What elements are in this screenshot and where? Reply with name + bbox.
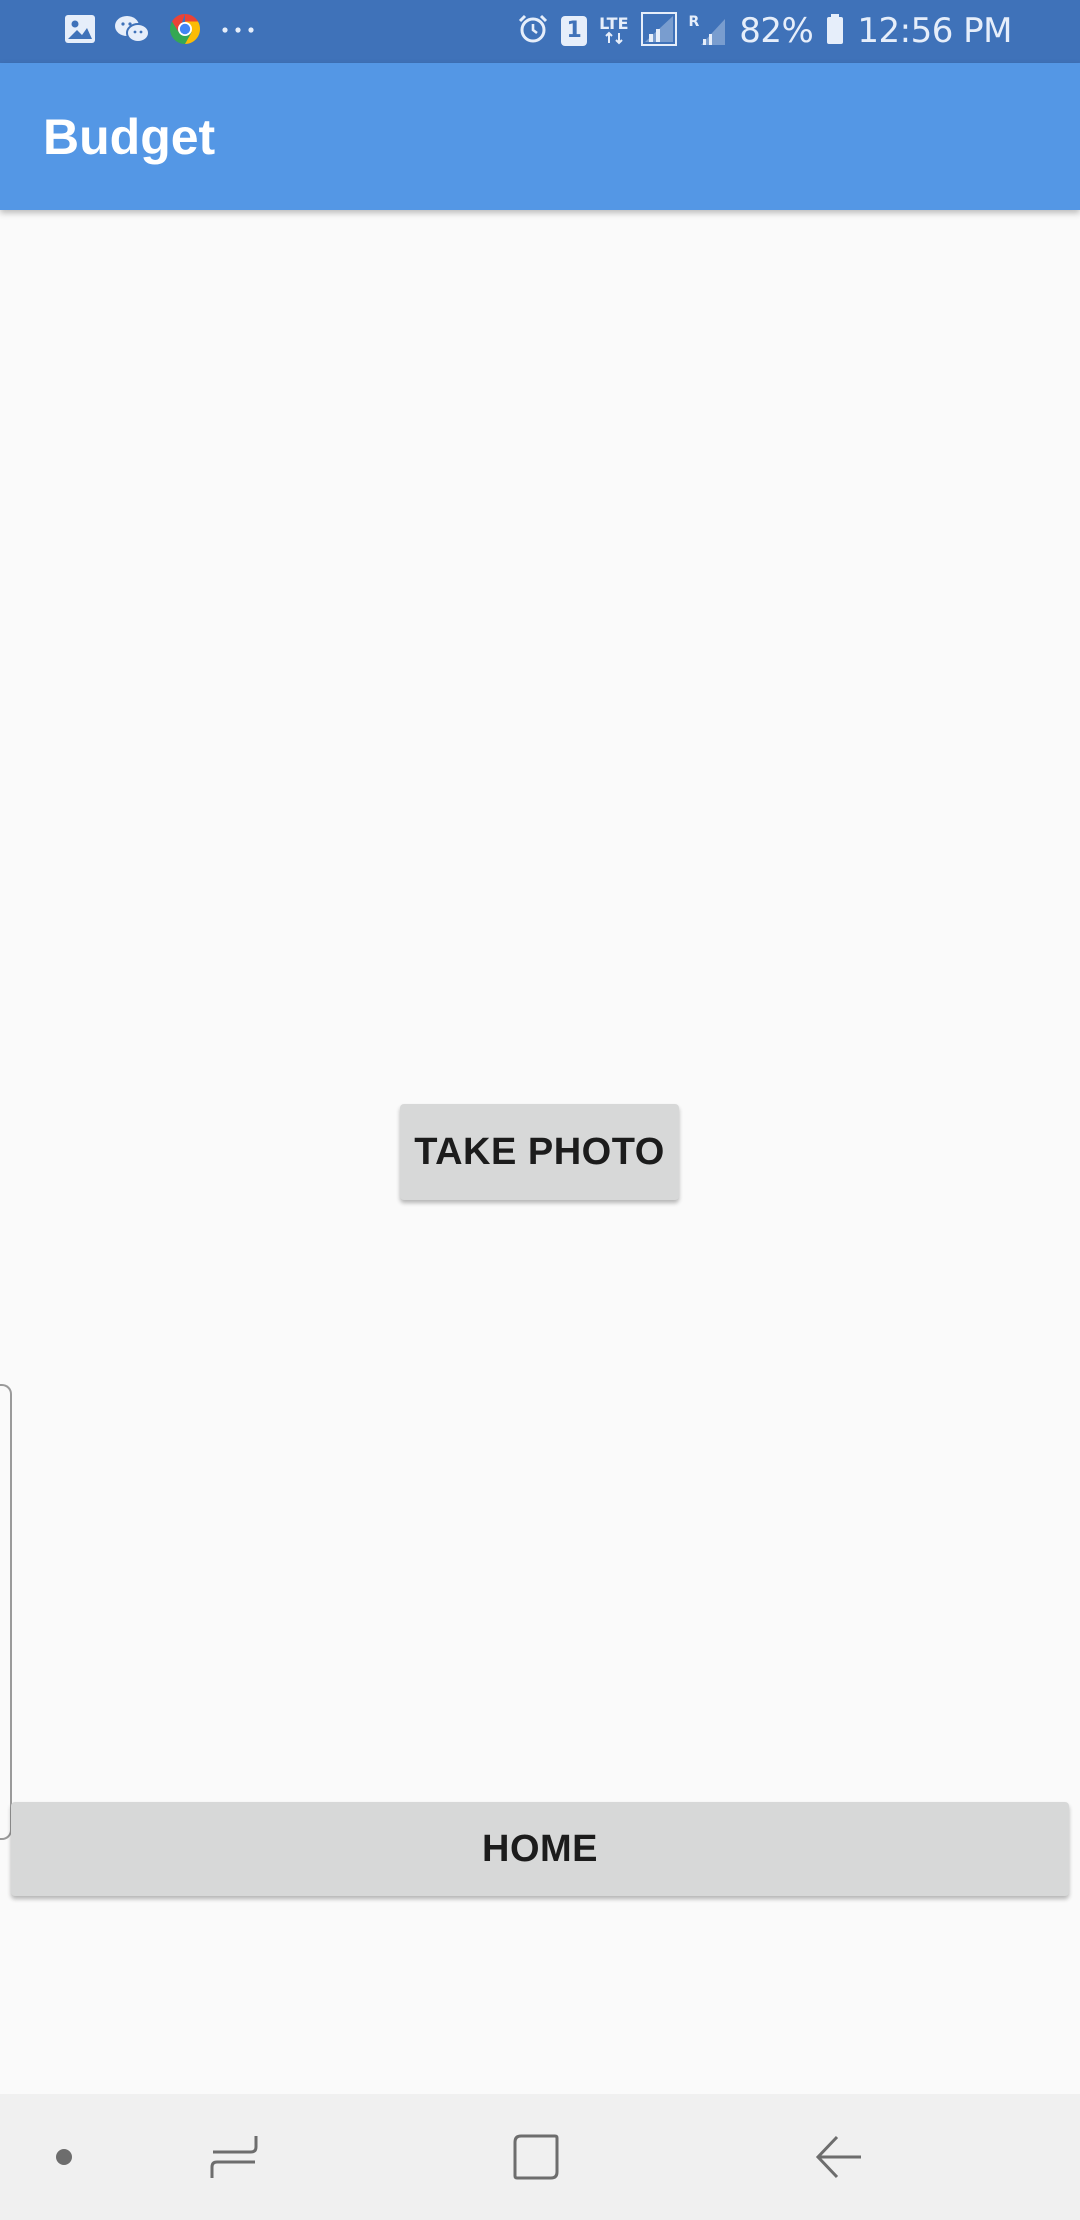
nav-back-button[interactable] <box>789 2094 889 2220</box>
alarm-icon <box>517 13 549 50</box>
navigation-bar <box>0 2094 1080 2220</box>
status-bar-system: 1 LTE R 82% 12:56 PM <box>505 10 1012 52</box>
roaming-label: R <box>688 14 700 30</box>
home-square-icon <box>513 2134 559 2180</box>
lte-indicator: LTE <box>599 14 629 45</box>
chrome-icon <box>168 12 202 51</box>
home-button[interactable]: HOME <box>11 1802 1069 1896</box>
sim-badge: 1 <box>561 16 588 46</box>
battery-icon <box>825 13 845 50</box>
signal-2-icon: R <box>689 15 728 47</box>
dot-icon <box>56 2149 72 2165</box>
gallery-icon <box>64 14 96 49</box>
wechat-icon <box>114 14 150 49</box>
nav-home-button[interactable] <box>486 2094 586 2220</box>
page-title: Budget <box>43 109 216 165</box>
battery-percent: 82% <box>739 11 814 51</box>
data-arrows-icon <box>605 31 623 45</box>
take-photo-button[interactable]: TAKE PHOTO <box>400 1104 679 1200</box>
recent-apps-icon <box>210 2136 258 2178</box>
nav-dot-button[interactable] <box>24 2094 104 2220</box>
nav-recent-apps-button[interactable] <box>184 2094 284 2220</box>
signal-1-icon <box>640 11 677 51</box>
lte-label: LTE <box>599 14 629 33</box>
edge-panel-handle[interactable] <box>0 1384 12 1840</box>
status-bar: 1 LTE R 82% 12:56 PM <box>0 0 1080 63</box>
back-arrow-icon <box>815 2135 861 2179</box>
app-bar: Budget <box>0 63 1080 210</box>
status-time: 12:56 PM <box>857 11 1012 51</box>
status-bar-notifications <box>64 10 274 52</box>
screen: 1 LTE R 82% 12:56 PM Budget TAKE PHOTO H… <box>0 0 1080 2220</box>
more-dots-icon <box>220 22 256 40</box>
